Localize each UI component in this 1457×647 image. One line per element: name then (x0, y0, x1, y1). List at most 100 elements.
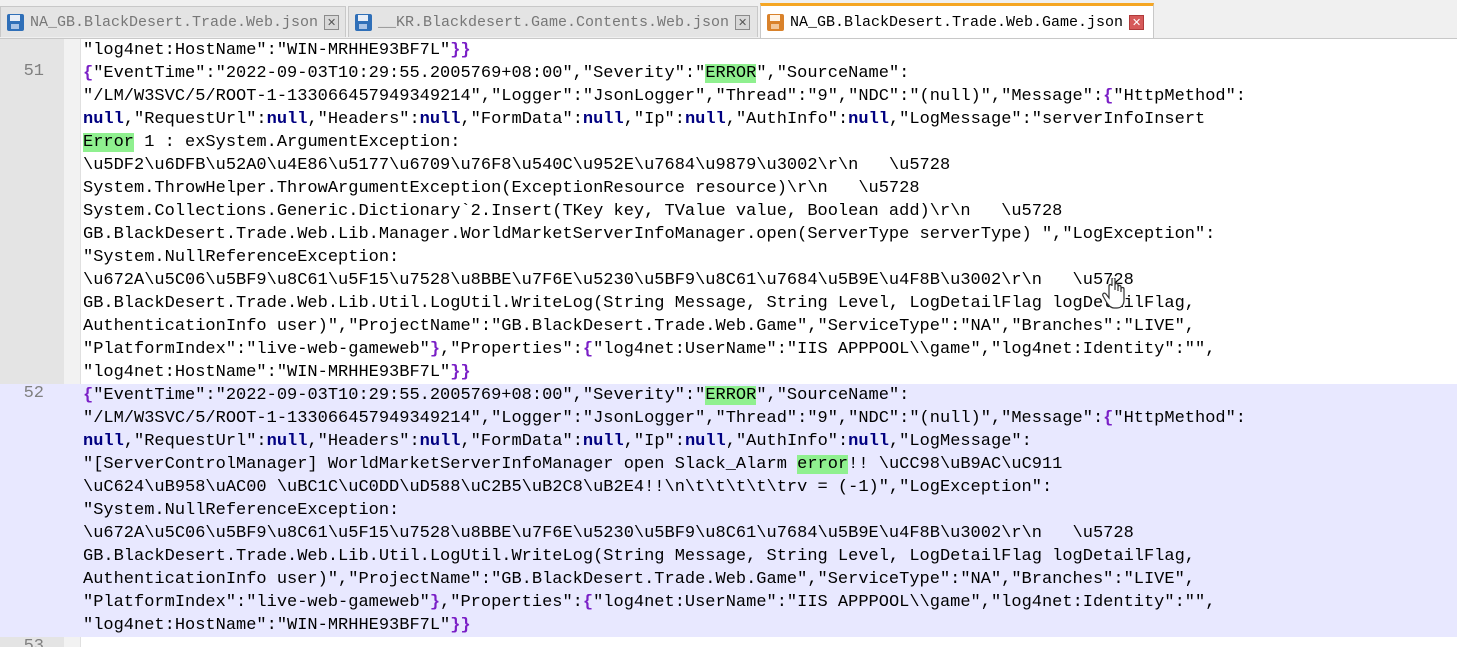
code-line[interactable]: "log4net:HostName":"WIN-MRHHE93BF7L"}} (83, 614, 1457, 637)
code-token: ","SourceName": (756, 386, 910, 405)
code-line[interactable]: System.ThrowHelper.ThrowArgumentExceptio… (83, 177, 1457, 200)
code-token: \u5DF2\u6DFB\u52A0\u4E86\u5177\u6709\u76… (83, 156, 951, 175)
code-token: ,"Headers": (307, 110, 420, 129)
keyword-token: null (684, 110, 726, 129)
code-line[interactable]: "log4net:HostName":"WIN-MRHHE93BF7L"}} (83, 361, 1457, 384)
code-line[interactable]: GB.BlackDesert.Trade.Web.Lib.Util.LogUti… (83, 292, 1457, 315)
keyword-token: null (266, 110, 308, 129)
code-line[interactable]: \u5DF2\u6DFB\u52A0\u4E86\u5177\u6709\u76… (83, 154, 1457, 177)
text-cursor-icon (1102, 278, 1125, 309)
code-token: "HttpMethod": (1113, 87, 1246, 106)
saved-file-icon (7, 13, 24, 31)
tab-label: NA_GB.BlackDesert.Trade.Web.json (30, 13, 319, 31)
code-line[interactable]: System.Collections.Generic.Dictionary`2.… (83, 200, 1457, 223)
code-token: "HttpMethod": (1113, 409, 1246, 428)
code-line[interactable]: null,"RequestUrl":null,"Headers":null,"F… (83, 430, 1457, 453)
tab-file-3[interactable]: NA_GB.BlackDesert.Trade.Web.Game.json ✕ (760, 3, 1154, 38)
code-token: ,"Properties": (440, 340, 583, 359)
code-token: \u672A\u5C06\u5BF9\u8C61\u5F15\u7528\u8B… (83, 271, 1134, 290)
close-icon[interactable]: ✕ (1129, 14, 1145, 30)
bracket-token: { (582, 340, 594, 359)
code-token: ,"LogMessage":"serverInfoInsert (888, 110, 1206, 129)
code-token: System.Collections.Generic.Dictionary`2.… (83, 202, 1063, 221)
bracket-token: }} (450, 363, 471, 382)
keyword-token: null (582, 432, 624, 451)
search-match: ERROR (705, 386, 757, 405)
keyword-token: null (419, 110, 461, 129)
code-line[interactable]: "PlatformIndex":"live-web-gameweb"},"Pro… (83, 591, 1457, 614)
code-token: \uC624\uB958\uAC00 \uBC1C\uC0DD\uD588\uC… (83, 478, 1053, 497)
keyword-token: null (848, 432, 889, 451)
code-line[interactable]: null,"RequestUrl":null,"Headers":null,"F… (83, 108, 1457, 131)
code-token: "log4net:UserName":"IIS APPPOOL\\game","… (593, 593, 1216, 612)
code-token: ,"Headers": (307, 432, 420, 451)
code-token: 1 : exSystem.ArgumentException: (134, 133, 461, 152)
keyword-token: null (266, 432, 308, 451)
code-token: ,"RequestUrl": (123, 110, 267, 129)
code-line[interactable]: \u672A\u5C06\u5BF9\u8C61\u5F15\u7528\u8B… (83, 522, 1457, 545)
unsaved-file-icon (767, 13, 784, 31)
search-match: Error (83, 133, 135, 152)
code-line[interactable]: AuthenticationInfo user)","ProjectName":… (83, 315, 1457, 338)
code-text[interactable]: "log4net:HostName":"WIN-MRHHE93BF7L"}} {"… (83, 39, 1457, 637)
close-icon[interactable]: ✕ (324, 14, 340, 30)
keyword-token: null (83, 432, 124, 451)
line-number: 52 (23, 384, 44, 403)
bracket-token: }} (450, 41, 471, 60)
code-line[interactable]: "/LM/W3SVC/5/ROOT-1-133066457949349214",… (83, 407, 1457, 430)
code-line[interactable]: "log4net:HostName":"WIN-MRHHE93BF7L"}} (83, 39, 1457, 62)
code-line[interactable]: Error 1 : exSystem.ArgumentException: (83, 131, 1457, 154)
code-token: System.ThrowHelper.ThrowArgumentExceptio… (83, 179, 920, 198)
code-token: ,"Ip": (623, 110, 685, 129)
keyword-token: null (582, 110, 624, 129)
code-token: ,"Ip": (623, 432, 685, 451)
bracket-token: } (429, 593, 441, 612)
code-token: "PlatformIndex":"live-web-gameweb" (83, 593, 430, 612)
bracket-token: { (1103, 87, 1114, 106)
code-token: "log4net:HostName":"WIN-MRHHE93BF7L" (83, 41, 451, 60)
code-line[interactable]: \u672A\u5C06\u5BF9\u8C61\u5F15\u7528\u8B… (83, 269, 1457, 292)
tab-file-2[interactable]: __KR.Blackdesert.Game.Contents.Web.json … (348, 6, 758, 37)
keyword-token: null (419, 432, 461, 451)
code-token: "PlatformIndex":"live-web-gameweb" (83, 340, 430, 359)
code-token: ,"FormData": (460, 110, 583, 129)
search-match: error (797, 455, 849, 474)
code-token: AuthenticationInfo user)","ProjectName":… (83, 570, 1195, 589)
code-line[interactable]: "/LM/W3SVC/5/ROOT-1-133066457949349214",… (83, 85, 1457, 108)
tab-label: __KR.Blackdesert.Game.Contents.Web.json (378, 13, 730, 31)
editor[interactable]: 51 52 53 "log4net:HostName":"WIN-MRHHE93… (0, 39, 1457, 647)
bracket-token: { (582, 593, 594, 612)
code-token: "log4net:HostName":"WIN-MRHHE93BF7L" (83, 616, 451, 635)
code-line[interactable]: "PlatformIndex":"live-web-gameweb"},"Pro… (83, 338, 1457, 361)
line-number: 51 (23, 62, 44, 81)
close-icon[interactable]: ✕ (735, 14, 751, 30)
code-line[interactable]: {"EventTime":"2022-09-03T10:29:55.200576… (83, 62, 1457, 85)
code-line[interactable]: GB.BlackDesert.Trade.Web.Lib.Manager.Wor… (83, 223, 1457, 246)
code-token: ,"FormData": (460, 432, 583, 451)
code-token: "[ServerControlManager] WorldMarketServe… (83, 455, 798, 474)
code-line[interactable]: {"EventTime":"2022-09-03T10:29:55.200576… (83, 384, 1457, 407)
bracket-token: }} (450, 616, 471, 635)
code-line[interactable]: \uC624\uB958\uAC00 \uBC1C\uC0DD\uD588\uC… (83, 476, 1457, 499)
tab-bar: NA_GB.BlackDesert.Trade.Web.json ✕ __KR.… (0, 0, 1457, 39)
code-line[interactable]: "System.NullReferenceException: (83, 246, 1457, 269)
keyword-token: null (684, 432, 726, 451)
code-token: "System.NullReferenceException: (83, 501, 400, 520)
search-match: ERROR (705, 64, 757, 83)
code-line[interactable]: GB.BlackDesert.Trade.Web.Lib.Util.LogUti… (83, 545, 1457, 568)
code-line[interactable]: "[ServerControlManager] WorldMarketServe… (83, 453, 1457, 476)
keyword-token: null (83, 110, 124, 129)
code-token: "log4net:UserName":"IIS APPPOOL\\game","… (593, 340, 1216, 359)
code-token: ,"AuthInfo": (725, 432, 849, 451)
code-token: GB.BlackDesert.Trade.Web.Lib.Manager.Wor… (83, 225, 1216, 244)
code-token: \u672A\u5C06\u5BF9\u8C61\u5F15\u7528\u8B… (83, 524, 1134, 543)
code-line[interactable]: "System.NullReferenceException: (83, 499, 1457, 522)
tab-file-1[interactable]: NA_GB.BlackDesert.Trade.Web.json ✕ (0, 6, 346, 37)
line-number: 53 (23, 637, 44, 647)
code-token: !! \uCC98\uB9AC\uC911 (848, 455, 1063, 474)
code-token: "log4net:HostName":"WIN-MRHHE93BF7L" (83, 363, 451, 382)
code-line[interactable]: AuthenticationInfo user)","ProjectName":… (83, 568, 1457, 591)
saved-file-icon (355, 13, 372, 31)
bracket-token: } (429, 340, 441, 359)
code-token: "EventTime":"2022-09-03T10:29:55.2005769… (93, 386, 706, 405)
